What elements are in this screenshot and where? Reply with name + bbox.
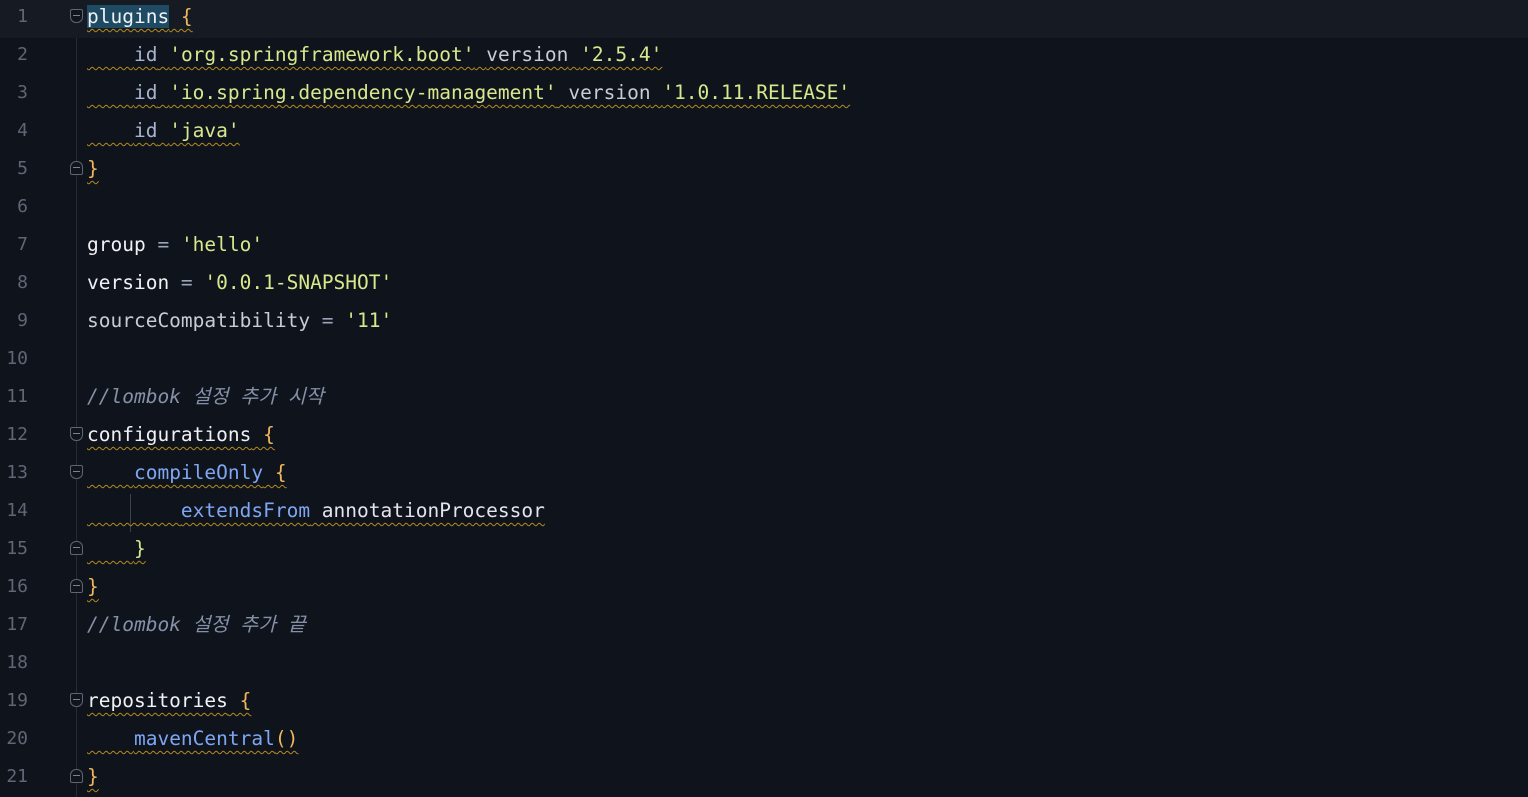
line-number: 6	[17, 196, 28, 217]
line-number: 20	[6, 728, 28, 749]
line-number: 14	[6, 500, 28, 521]
code-text: repositories {	[87, 689, 252, 712]
code-text: id 'io.spring.dependency-management' ver…	[133, 81, 851, 104]
fold-open-icon[interactable]	[70, 9, 83, 23]
code-editor[interactable]: 1 plugins { 2 id 'org.springframework.bo…	[0, 0, 1528, 797]
code-line-7[interactable]: 7 group = 'hello'	[0, 228, 1528, 266]
code-line-6[interactable]: 6	[0, 190, 1528, 228]
line-number: 4	[17, 120, 28, 141]
code-text: version = '0.0.1-SNAPSHOT'	[87, 271, 393, 294]
line-number: 13	[6, 462, 28, 483]
line-number: 11	[6, 386, 28, 407]
line-number: 18	[6, 652, 28, 673]
line-number: 10	[6, 348, 28, 369]
code-text: group = 'hello'	[87, 233, 264, 256]
fold-close-icon[interactable]	[70, 579, 83, 593]
line-number: 1	[17, 6, 28, 27]
code-comment: //lombok 설정 추가 시작	[87, 385, 324, 408]
code-line-17[interactable]: 17 //lombok 설정 추가 끝	[0, 608, 1528, 646]
code-text: sourceCompatibility = '11'	[87, 309, 393, 332]
code-line-10[interactable]: 10	[0, 342, 1528, 380]
code-line-20[interactable]: 20 mavenCentral()	[0, 722, 1528, 760]
line-number: 19	[6, 690, 28, 711]
code-line-12[interactable]: 12 configurations {	[0, 418, 1528, 456]
line-number: 2	[17, 44, 28, 65]
fold-close-icon[interactable]	[70, 769, 83, 783]
code-line-13[interactable]: 13 compileOnly {	[0, 456, 1528, 494]
line-number: 16	[6, 576, 28, 597]
code-line-15[interactable]: 15 }	[0, 532, 1528, 570]
code-line-5[interactable]: 5 }	[0, 152, 1528, 190]
fold-open-icon[interactable]	[70, 427, 83, 441]
code-line-1[interactable]: 1 plugins {	[0, 0, 1528, 38]
line-number: 5	[17, 158, 28, 179]
line-number: 3	[17, 82, 28, 103]
code-line-19[interactable]: 19 repositories {	[0, 684, 1528, 722]
fold-close-icon[interactable]	[70, 161, 83, 175]
code-text: id 'org.springframework.boot' version '2…	[133, 43, 663, 66]
code-line-2[interactable]: 2 id 'org.springframework.boot' version …	[0, 38, 1528, 76]
code-text: }	[87, 765, 99, 788]
code-text: extendsFrom annotationProcessor	[180, 499, 545, 522]
code-comment: //lombok 설정 추가 끝	[87, 613, 306, 636]
code-line-16[interactable]: 16 }	[0, 570, 1528, 608]
code-text: }	[87, 157, 99, 180]
line-number: 12	[6, 424, 28, 445]
code-text: compileOnly {	[133, 461, 287, 484]
fold-open-icon[interactable]	[70, 693, 83, 707]
code-text: }	[133, 537, 146, 560]
code-line-11[interactable]: 11 //lombok 설정 추가 시작	[0, 380, 1528, 418]
code-text: id 'java'	[133, 119, 240, 142]
line-number: 15	[6, 538, 28, 559]
code-text: mavenCentral()	[133, 727, 299, 750]
code-line-4[interactable]: 4 id 'java'	[0, 114, 1528, 152]
code-line-8[interactable]: 8 version = '0.0.1-SNAPSHOT'	[0, 266, 1528, 304]
fold-open-icon[interactable]	[70, 465, 83, 479]
line-number: 21	[6, 766, 28, 787]
code-line-9[interactable]: 9 sourceCompatibility = '11'	[0, 304, 1528, 342]
code-line-21[interactable]: 21 }	[0, 760, 1528, 797]
code-text: configurations {	[87, 423, 275, 446]
fold-close-icon[interactable]	[70, 541, 83, 555]
code-text: }	[87, 575, 99, 598]
code-line-3[interactable]: 3 id 'io.spring.dependency-management' v…	[0, 76, 1528, 114]
code-line-14[interactable]: 14 extendsFrom annotationProcessor	[0, 494, 1528, 532]
line-number: 8	[17, 272, 28, 293]
line-number: 7	[17, 234, 28, 255]
line-number: 17	[6, 614, 28, 635]
line-number: 9	[17, 310, 28, 331]
code-text: plugins {	[87, 5, 193, 28]
code-line-18[interactable]: 18	[0, 646, 1528, 684]
